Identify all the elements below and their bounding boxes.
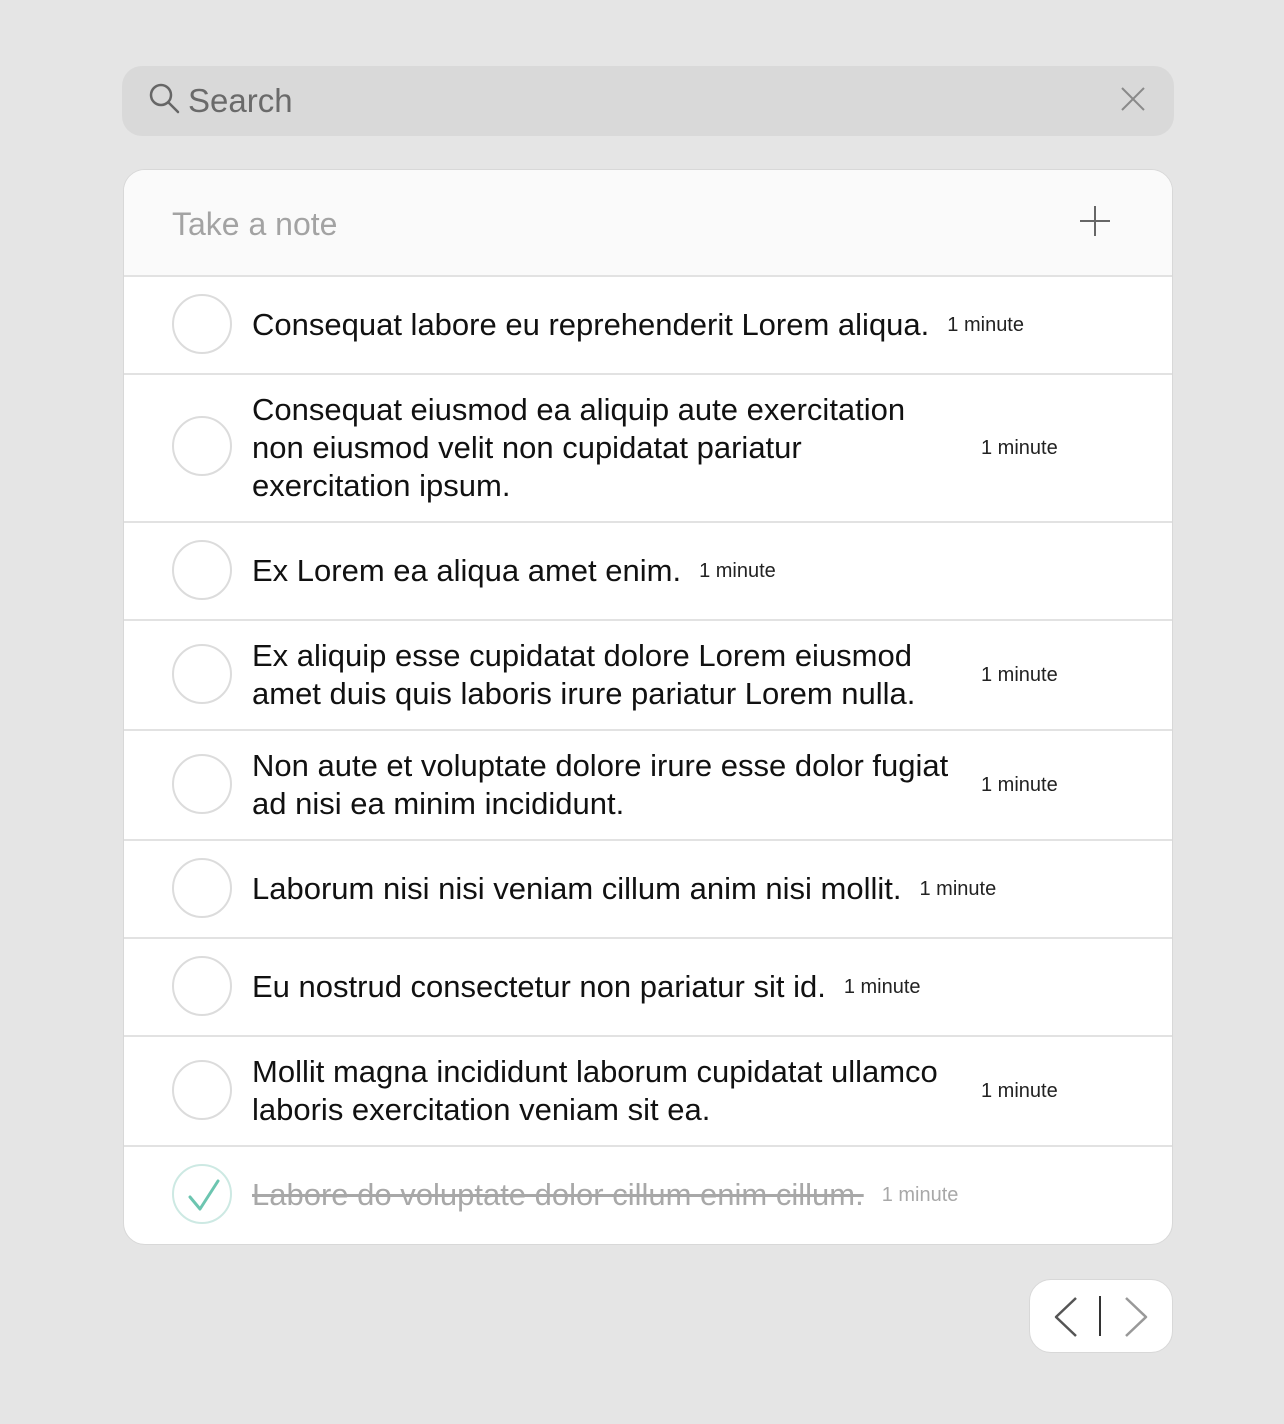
task-text: Consequat eiusmod ea aliquip aute exerci… [252,392,906,503]
task-row[interactable]: Non aute et voluptate dolore irure esse … [124,731,1172,841]
search-icon [148,82,182,116]
task-checkbox[interactable] [172,644,232,704]
task-text: Ex Lorem ea aliqua amet enim. [252,553,682,588]
plus-icon[interactable] [1078,204,1112,238]
task-checkbox[interactable] [172,294,232,354]
note-header [124,170,1172,277]
task-row[interactable]: Laborum nisi nisi veniam cillum anim nis… [124,841,1172,939]
task-text: Labore do voluptate dolor cillum enim ci… [252,1177,864,1212]
search-bar [122,66,1174,136]
task-row[interactable]: Eu nostrud consectetur non pariatur sit … [124,939,1172,1037]
task-checkbox[interactable] [172,858,232,918]
task-checkbox[interactable] [172,416,232,476]
task-row[interactable]: Consequat labore eu reprehenderit Lorem … [124,277,1172,375]
task-row[interactable]: Mollit magna incididunt laborum cupidata… [124,1037,1172,1147]
task-time: 1 minute [843,975,921,998]
close-icon[interactable] [1118,84,1148,114]
task-checkbox[interactable] [172,540,232,600]
chevron-left-icon[interactable] [1052,1296,1082,1338]
task-checkbox[interactable] [172,1060,232,1120]
task-time: 1 minute [981,436,1058,459]
task-text: Consequat labore eu reprehenderit Lorem … [252,307,930,342]
task-time: 1 minute [981,663,1058,686]
search-input[interactable] [188,81,1088,121]
task-row[interactable]: Ex aliquip esse cupidatat dolore Lorem e… [124,621,1172,731]
task-time: 1 minute [981,1079,1058,1102]
pagination [1029,1279,1173,1353]
task-time: 1 minute [881,1183,959,1206]
task-text: Eu nostrud consectetur non pariatur sit … [252,969,826,1004]
task-time: 1 minute [981,773,1058,796]
task-checkbox[interactable] [172,956,232,1016]
chevron-right-icon[interactable] [1120,1296,1150,1338]
task-checkbox[interactable] [172,754,232,814]
task-row-completed[interactable]: Labore do voluptate dolor cillum enim ci… [124,1147,1172,1244]
task-text: Non aute et voluptate dolore irure esse … [252,748,949,821]
task-time: 1 minute [919,877,997,900]
task-row[interactable]: Ex Lorem ea aliqua amet enim. 1 minute [124,523,1172,621]
task-checkbox-checked[interactable] [172,1164,232,1224]
pager-divider [1099,1296,1101,1336]
task-text: Ex aliquip esse cupidatat dolore Lorem e… [252,638,916,711]
task-row[interactable]: Consequat eiusmod ea aliquip aute exerci… [124,375,1172,523]
task-time: 1 minute [947,313,1024,336]
task-text: Mollit magna incididunt laborum cupidata… [252,1054,938,1127]
task-time: 1 minute [699,559,776,582]
note-input[interactable] [172,202,1022,246]
checkmark-icon [188,1179,220,1211]
task-text: Laborum nisi nisi veniam cillum anim nis… [252,871,902,906]
todo-card: Consequat labore eu reprehenderit Lorem … [123,169,1173,1245]
